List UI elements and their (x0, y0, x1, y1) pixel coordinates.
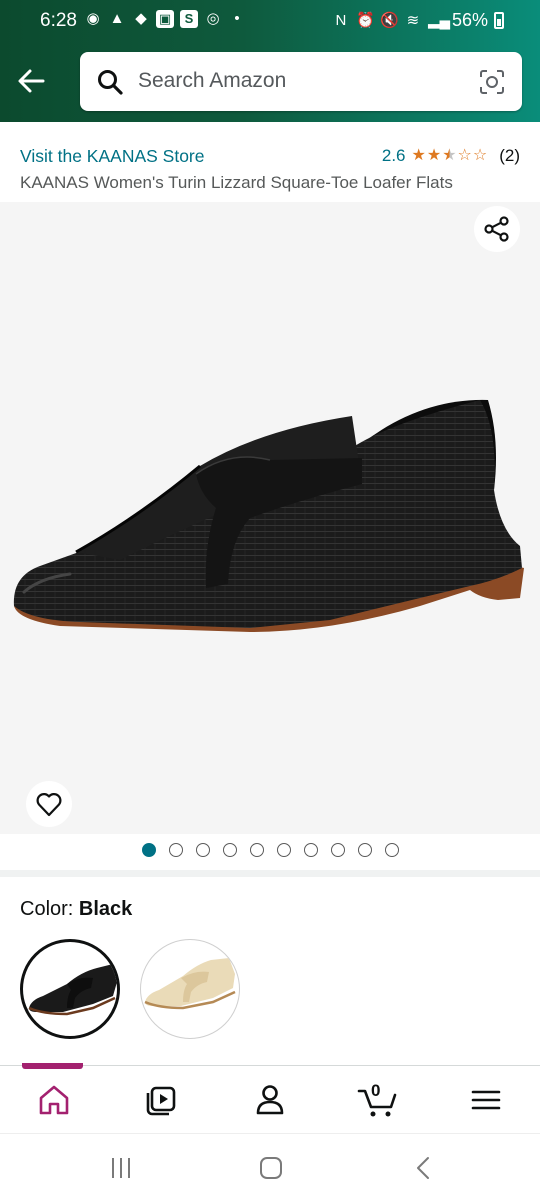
s-app-icon: S (180, 10, 198, 28)
status-left-icons: ◉ ▲ ◆ ▣ S ◎ • (84, 10, 246, 28)
carousel-dot[interactable] (276, 843, 291, 857)
star-half-icon: ★ (442, 147, 457, 164)
back-arrow-icon[interactable] (16, 66, 46, 96)
carousel-dot[interactable] (384, 843, 399, 857)
wifi-icon: ≋ (406, 11, 420, 29)
search-input[interactable]: Search Amazon (138, 69, 286, 93)
selected-color: Black (78, 898, 133, 920)
carousel-dot[interactable] (249, 843, 264, 857)
color-label: Color: Black (20, 898, 132, 921)
product-title: KAANAS Women's Turin Lizzard Square-Toe … (20, 173, 453, 192)
add-to-wishlist-button[interactable] (26, 781, 72, 827)
heart-icon (36, 793, 62, 817)
product-image (13, 399, 524, 632)
star-full-icon: ★ (426, 147, 442, 164)
warning-icon: ▲ (109, 10, 125, 27)
rating-value: 2.6 (381, 146, 406, 165)
search-icon (96, 68, 124, 96)
status-time: 6:28 (40, 10, 77, 31)
app-header: 6:28 ◉ ▲ ◆ ▣ S ◎ • N ⏰ 🔇 ≋ ▂▄ 56% Search… (0, 0, 540, 122)
rating-count: (2) (499, 146, 520, 165)
nav-video[interactable] (135, 1073, 189, 1127)
share-button[interactable] (474, 206, 520, 252)
search-bar[interactable]: Search Amazon (80, 52, 522, 111)
star-full-icon: ★ (411, 147, 426, 164)
image-carousel-indicator[interactable] (0, 843, 540, 857)
tag-icon: ◆ (135, 10, 147, 27)
messenger-icon: ◉ (86, 10, 100, 27)
carousel-dot[interactable] (357, 843, 372, 857)
more-notifications-icon: • (234, 10, 240, 27)
menu-icon (471, 1090, 501, 1110)
home-icon (39, 1085, 69, 1115)
carousel-dot[interactable] (303, 843, 318, 857)
alarm-icon: ⏰ (355, 11, 375, 29)
system-navigation-bar (0, 1133, 540, 1200)
share-icon (484, 216, 509, 242)
app-notification-icon: ▣ (156, 10, 174, 28)
carousel-dot[interactable] (141, 843, 156, 857)
account-icon (256, 1085, 284, 1115)
camera-search-icon[interactable] (478, 68, 506, 96)
nfc-icon: N (335, 11, 347, 29)
beige-loafer-thumbnail (144, 958, 236, 1010)
mute-icon: 🔇 (379, 11, 399, 29)
bottom-navigation: 0 (0, 1068, 540, 1132)
rating-stars: ★ ★ ★ ☆ ☆ (412, 148, 488, 164)
home-button-icon[interactable] (258, 1156, 284, 1180)
nav-home[interactable] (27, 1073, 81, 1127)
section-divider (0, 870, 540, 877)
back-button-icon[interactable] (414, 1156, 434, 1180)
black-loafer-thumbnail (28, 964, 117, 1016)
signal-icon: ▂▄ (427, 11, 451, 29)
video-icon (146, 1086, 176, 1116)
battery-percent: 56% (451, 10, 488, 30)
nav-menu[interactable] (459, 1073, 513, 1127)
star-empty-icon: ☆ (457, 147, 472, 164)
instagram-icon: ◎ (206, 10, 220, 27)
carousel-dot[interactable] (168, 843, 183, 857)
color-option-beige[interactable] (140, 939, 240, 1039)
recent-apps-icon[interactable] (108, 1156, 134, 1180)
status-right-icons: N ⏰ 🔇 ≋ ▂▄ 56% (332, 10, 504, 31)
color-option-black[interactable] (20, 939, 120, 1039)
cart-count: 0 (371, 1081, 381, 1100)
carousel-dot[interactable] (195, 843, 210, 857)
carousel-dot[interactable] (222, 843, 237, 857)
nav-cart[interactable]: 0 (351, 1073, 405, 1127)
nav-account[interactable] (243, 1073, 297, 1127)
carousel-dot[interactable] (330, 843, 345, 857)
star-empty-icon: ☆ (472, 147, 488, 164)
product-rating[interactable]: 2.6 ★ ★ ★ ☆ ☆ (2) (382, 146, 520, 166)
battery-icon (494, 12, 504, 29)
status-bar: 6:28 ◉ ▲ ◆ ▣ S ◎ • N ⏰ 🔇 ≋ ▂▄ 56% (0, 0, 540, 44)
visit-store-link[interactable]: Visit the KAANAS Store (20, 146, 205, 167)
color-label-prefix: Color: (20, 898, 79, 920)
